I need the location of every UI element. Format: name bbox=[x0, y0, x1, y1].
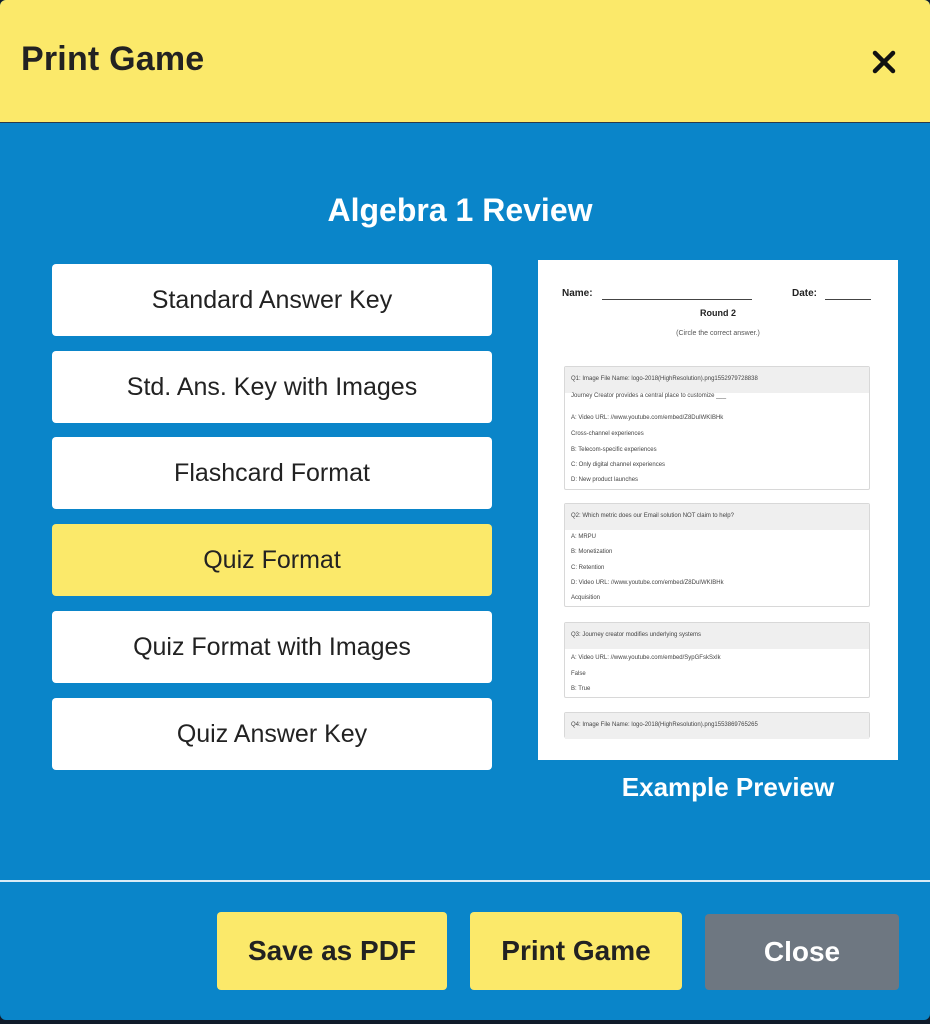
option-quiz-answer-key[interactable]: Quiz Answer Key bbox=[52, 698, 492, 770]
preview-question-head: Q2: Which metric does our Email solution… bbox=[565, 504, 869, 530]
save-as-pdf-button[interactable]: Save as PDF bbox=[217, 912, 447, 990]
preview-date-label: Date: bbox=[792, 288, 818, 299]
preview-answer-line: C: Retention bbox=[571, 565, 605, 571]
preview-round: Round 2 bbox=[700, 308, 736, 318]
preview-question-card: Q2: Which metric does our Email solution… bbox=[564, 503, 870, 607]
dialog-header: Print Game bbox=[0, 0, 930, 123]
option-label: Quiz Format with Images bbox=[133, 632, 411, 661]
preview-name-line bbox=[602, 299, 752, 300]
preview-answer-line: C: Only digital channel experiences bbox=[571, 462, 666, 468]
option-flashcard-format[interactable]: Flashcard Format bbox=[52, 437, 492, 509]
footer-divider bbox=[0, 880, 930, 882]
option-label: Quiz Format bbox=[203, 545, 341, 574]
option-std-ans-key-with-images[interactable]: Std. Ans. Key with Images bbox=[52, 351, 492, 423]
close-icon[interactable] bbox=[866, 44, 902, 80]
preview-answer-line: B: True bbox=[571, 686, 591, 692]
print-game-dialog: Print Game Algebra 1 Review Standard Ans… bbox=[0, 0, 930, 1020]
option-label: Standard Answer Key bbox=[151, 285, 393, 314]
preview-question-card: Q3: Journey creator modifies underlying … bbox=[564, 622, 870, 698]
preview-question-head: Q1: Image File Name: logo-2018(HighResol… bbox=[565, 367, 869, 393]
preview-answer-line: Acquisition bbox=[571, 595, 601, 601]
dialog-title: Print Game bbox=[21, 40, 205, 78]
preview-question-line: Journey Creator provides a central place… bbox=[571, 393, 727, 399]
preview-question-card: Q1: Image File Name: logo-2018(HighResol… bbox=[564, 366, 870, 490]
preview-answer-line: B: Monetization bbox=[571, 549, 613, 555]
close-button[interactable]: Close bbox=[705, 914, 899, 990]
option-label: Quiz Answer Key bbox=[176, 719, 368, 748]
preview-answer-line: A: MRPU bbox=[571, 534, 597, 540]
preview-answer-line: D: New product launches bbox=[571, 477, 639, 483]
option-quiz-format[interactable]: Quiz Format bbox=[52, 524, 492, 596]
option-quiz-format-with-images[interactable]: Quiz Format with Images bbox=[52, 611, 492, 683]
preview-answer-line: False bbox=[571, 671, 586, 677]
preview-question-card: Q4: Image File Name: logo-2018(HighResol… bbox=[564, 712, 870, 739]
preview-date-line bbox=[825, 299, 871, 300]
preview-answer-line: B: Telecom-specific experiences bbox=[571, 447, 657, 453]
preview-question-head: Q4: Image File Name: logo-2018(HighResol… bbox=[565, 713, 869, 739]
print-game-button[interactable]: Print Game bbox=[470, 912, 682, 990]
option-label: Std. Ans. Key with Images bbox=[126, 372, 418, 401]
preview-answer-line: D: Video URL: //www.youtube.com/embed/Z8… bbox=[571, 580, 724, 586]
option-label: Flashcard Format bbox=[174, 458, 370, 487]
game-title: Algebra 1 Review bbox=[327, 192, 593, 228]
preview-answer-line: Cross-channel experiences bbox=[571, 431, 644, 437]
option-standard-answer-key[interactable]: Standard Answer Key bbox=[52, 264, 492, 336]
preview-name-label: Name: bbox=[562, 288, 593, 299]
preview-answer-line: A: Video URL: //www.youtube.com/embed/Z8… bbox=[571, 415, 724, 421]
example-preview-image: Name: Date: Round 2 (Circle the correct … bbox=[538, 260, 898, 760]
preview-answer-line: A: Video URL: //www.youtube.com/embed/Sy… bbox=[571, 655, 721, 661]
preview-question-head: Q3: Journey creator modifies underlying … bbox=[565, 623, 869, 649]
preview-instructions: (Circle the correct answer.) bbox=[676, 330, 760, 337]
preview-caption: Example Preview bbox=[621, 772, 835, 802]
